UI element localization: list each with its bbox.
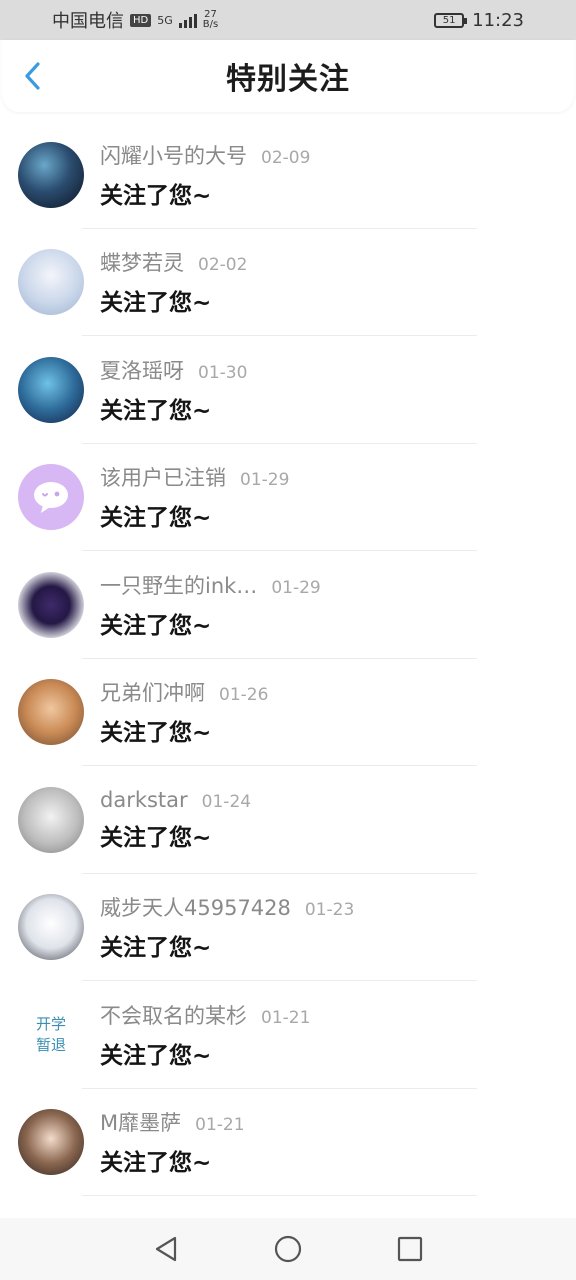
message: 关注了您~: [100, 1042, 212, 1069]
message: 关注了您~: [100, 290, 212, 317]
item-text: 兄弟们冲啊 01-26 关注了您~: [100, 677, 268, 747]
item-header: darkstar 01-24: [100, 788, 251, 812]
message: 关注了您~: [100, 1150, 212, 1177]
item-text: M靡墨萨 01-21 关注了您~: [100, 1107, 245, 1177]
nav-recents-button[interactable]: [392, 1231, 428, 1267]
speed-unit: B/s: [202, 19, 219, 30]
hd-badge: HD: [130, 13, 152, 27]
nav-back-button[interactable]: [148, 1231, 184, 1267]
avatar[interactable]: [18, 141, 84, 208]
item-header: 夏洛瑶呀 01-30: [100, 355, 247, 385]
item-text: 一只野生的ink… 01-29 关注了您~: [100, 570, 321, 640]
username[interactable]: 夏洛瑶呀: [100, 355, 184, 385]
username[interactable]: 蝶梦若灵: [100, 247, 184, 277]
avatar[interactable]: [18, 894, 84, 961]
carrier-label: 中国电信: [52, 11, 124, 32]
username[interactable]: darkstar: [100, 788, 188, 812]
date: 02-02: [198, 255, 248, 276]
item-text: 威步天人45957428 01-23 关注了您~: [100, 892, 354, 962]
date: 01-21: [195, 1115, 245, 1136]
circle-home-icon: [274, 1235, 302, 1263]
avatar[interactable]: [18, 679, 84, 746]
username[interactable]: 闪耀小号的大号: [100, 140, 247, 170]
item-header: 一只野生的ink… 01-29: [100, 570, 321, 600]
divider: [82, 1195, 477, 1196]
avatar[interactable]: [18, 249, 84, 316]
list-item[interactable]: 兄弟们冲啊 01-26 关注了您~: [0, 659, 576, 766]
message: 关注了您~: [100, 824, 212, 851]
avatar[interactable]: [18, 464, 84, 531]
date: 01-30: [198, 362, 248, 383]
username[interactable]: 该用户已注销: [100, 462, 226, 492]
back-button[interactable]: [18, 62, 46, 90]
message: 关注了您~: [100, 720, 212, 747]
message: 关注了您~: [100, 505, 212, 532]
avatar[interactable]: [18, 786, 84, 853]
message: 关注了您~: [100, 612, 212, 639]
avatar[interactable]: [18, 1109, 84, 1176]
username[interactable]: 不会取名的某杉: [100, 1000, 247, 1030]
item-header: 威步天人45957428 01-23: [100, 892, 354, 922]
date: 01-23: [304, 900, 355, 921]
date: 02-09: [261, 147, 311, 168]
date: 01-29: [271, 577, 321, 598]
avatar[interactable]: [18, 571, 84, 638]
item-text: 夏洛瑶呀 01-30 关注了您~: [100, 355, 247, 425]
date: 01-29: [240, 470, 290, 491]
list-item[interactable]: darkstar 01-24 关注了您~: [0, 766, 576, 874]
network-speed: 27 B/s: [203, 10, 218, 30]
network-label: 5G: [157, 13, 173, 27]
signal-icon: [178, 12, 197, 28]
username[interactable]: 兄弟们冲啊: [100, 677, 205, 707]
status-right: 51 11:23: [434, 10, 524, 31]
follow-list: 闪耀小号的大号 02-09 关注了您~ 蝶梦若灵 02-02 关注了您~ 夏洛瑶…: [0, 121, 576, 1196]
item-text: 蝶梦若灵 02-02 关注了您~: [100, 247, 247, 317]
item-header: 不会取名的某杉 01-21: [100, 1000, 310, 1030]
list-item[interactable]: 蝶梦若灵 02-02 关注了您~: [0, 229, 576, 336]
message: 关注了您~: [100, 935, 212, 962]
battery-icon: 51: [434, 12, 468, 28]
item-header: M靡墨萨 01-21: [100, 1107, 245, 1137]
chevron-left-icon: [25, 62, 40, 90]
system-nav-bar: [0, 1218, 576, 1280]
message: 关注了您~: [100, 182, 212, 209]
item-text: 闪耀小号的大号 02-09 关注了您~: [100, 140, 310, 210]
item-header: 该用户已注销 01-29: [100, 462, 289, 492]
username[interactable]: 一只野生的ink…: [100, 570, 257, 600]
triangle-back-icon: [155, 1236, 177, 1262]
avatar-text: 开学: [35, 1014, 66, 1033]
square-recents-icon: [397, 1236, 423, 1262]
page-title: 特别关注: [226, 62, 350, 97]
list-item[interactable]: 闪耀小号的大号 02-09 关注了您~: [0, 121, 576, 229]
item-header: 蝶梦若灵 02-02: [100, 247, 247, 277]
list-item[interactable]: 一只野生的ink… 01-29 关注了您~: [0, 551, 576, 659]
date: 01-26: [219, 685, 269, 706]
status-left: 中国电信 HD 5G 27 B/s: [52, 7, 218, 33]
status-bar: 中国电信 HD 5G 27 B/s 51 11:23: [0, 0, 576, 40]
list-item[interactable]: 开学 暂退 不会取名的某杉 01-21 关注了您~: [0, 981, 576, 1089]
date: 01-21: [261, 1007, 311, 1028]
list-item[interactable]: M靡墨萨 01-21 关注了您~: [0, 1089, 576, 1196]
avatar[interactable]: [18, 356, 84, 423]
item-text: darkstar 01-24 关注了您~: [100, 788, 251, 852]
list-item[interactable]: 夏洛瑶呀 01-30 关注了您~: [0, 336, 576, 444]
username[interactable]: M靡墨萨: [100, 1107, 181, 1137]
item-text: 不会取名的某杉 01-21 关注了您~: [100, 1000, 310, 1070]
avatar-text: 暂退: [35, 1035, 66, 1054]
chat-bubble-icon: [34, 482, 68, 514]
username[interactable]: 威步天人45957428: [100, 892, 291, 922]
message: 关注了您~: [100, 397, 212, 424]
list-item[interactable]: 威步天人45957428 01-23 关注了您~: [0, 874, 576, 981]
page-header: 特别关注: [2, 40, 574, 112]
date: 01-24: [201, 791, 252, 812]
list-item[interactable]: 该用户已注销 01-29 关注了您~: [0, 444, 576, 551]
avatar[interactable]: 开学 暂退: [18, 1001, 84, 1068]
item-header: 兄弟们冲啊 01-26: [100, 677, 268, 707]
item-text: 该用户已注销 01-29 关注了您~: [100, 462, 289, 532]
nav-home-button[interactable]: [270, 1231, 306, 1267]
item-header: 闪耀小号的大号 02-09: [100, 140, 310, 170]
clock: 11:23: [472, 9, 524, 31]
battery-level: 51: [442, 14, 456, 26]
